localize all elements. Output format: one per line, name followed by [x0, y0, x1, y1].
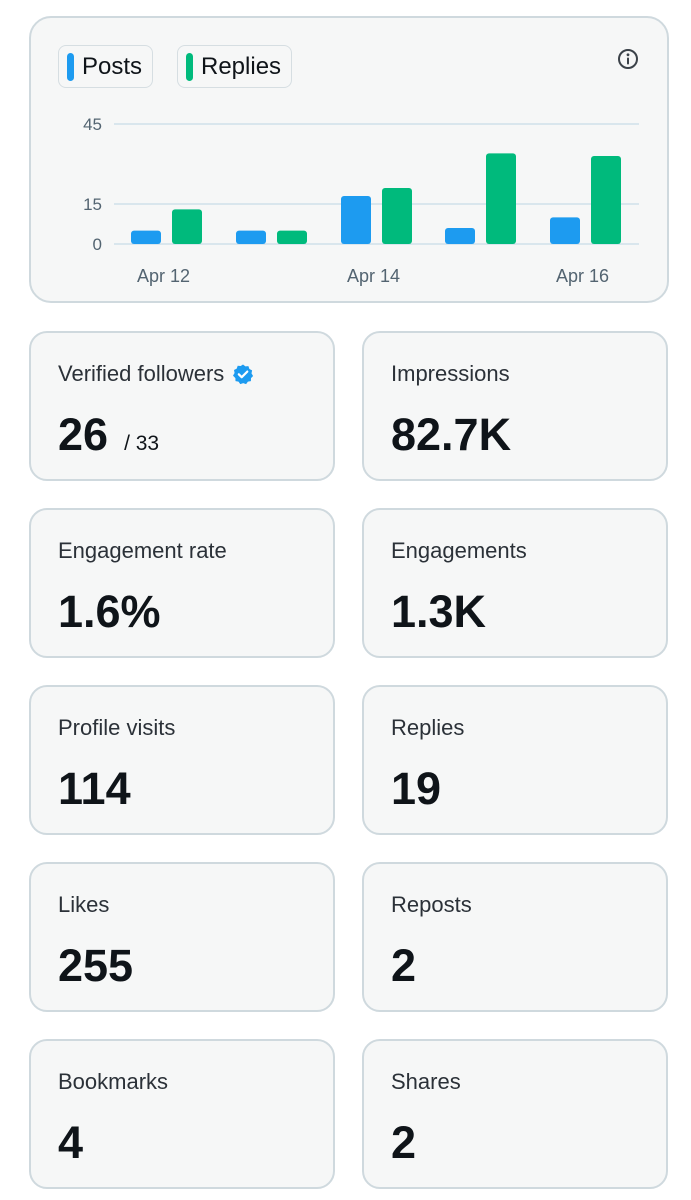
replies-value: 19: [391, 763, 442, 814]
stat-card-likes[interactable]: Likes 255: [29, 862, 335, 1012]
bar-posts-apr-12[interactable]: [131, 230, 161, 244]
shares-value: 2: [391, 1117, 417, 1168]
stat-value: 26 / 33: [58, 409, 159, 461]
bar-posts-apr-13[interactable]: [236, 230, 266, 244]
activity-chart-card: Posts Replies 0 15 45 Apr 12 Apr 14 Apr 16: [29, 16, 669, 303]
stat-card-verified-followers[interactable]: Verified followers 26 / 33: [29, 331, 335, 481]
bar-replies-apr-12[interactable]: [172, 209, 202, 244]
replies-title: Replies: [391, 715, 465, 740]
impressions-title: Impressions: [391, 361, 510, 386]
engagements-value: 1.3K: [391, 586, 487, 637]
stat-card-profile-visits[interactable]: Profile visits 114: [29, 685, 335, 835]
profile-visits-value: 114: [58, 763, 131, 814]
bookmarks-title: Bookmarks: [58, 1069, 169, 1094]
verified-followers-title: Verified followers: [58, 361, 225, 386]
x-tick-label: Apr 12: [137, 266, 190, 286]
impressions-value: 82.7K: [391, 409, 512, 460]
verified-followers-total: / 33: [124, 432, 160, 455]
stat-card-impressions[interactable]: Impressions 82.7K: [362, 331, 668, 481]
x-tick-label: Apr 16: [556, 266, 609, 286]
likes-title: Likes: [58, 892, 110, 917]
stat-card-bookmarks[interactable]: Bookmarks 4: [29, 1039, 335, 1189]
reposts-value: 2: [391, 940, 417, 991]
stat-title: Verified followers: [58, 361, 254, 387]
likes-value: 255: [58, 940, 134, 991]
engagement-rate-title: Engagement rate: [58, 538, 227, 563]
bar-replies-apr-15[interactable]: [486, 153, 516, 244]
bar-replies-apr-14[interactable]: [382, 188, 412, 244]
bar-posts-apr-16[interactable]: [550, 217, 580, 244]
verified-badge-icon: [233, 364, 254, 385]
x-tick-label: Apr 14: [347, 266, 400, 286]
bookmarks-value: 4: [58, 1117, 84, 1168]
y-tick-label: 0: [93, 235, 102, 254]
reposts-title: Reposts: [391, 892, 472, 917]
engagement-rate-value: 1.6%: [58, 586, 161, 637]
engagements-title: Engagements: [391, 538, 527, 563]
verified-followers-value: 26: [58, 409, 109, 460]
bar-replies-apr-16[interactable]: [591, 156, 621, 244]
stat-card-reposts[interactable]: Reposts 2: [362, 862, 668, 1012]
shares-title: Shares: [391, 1069, 461, 1094]
stat-card-engagement-rate[interactable]: Engagement rate 1.6%: [29, 508, 335, 658]
profile-visits-title: Profile visits: [58, 715, 176, 740]
bar-chart: 0 15 45 Apr 12 Apr 14 Apr 16: [83, 115, 639, 286]
y-tick-label: 15: [83, 195, 102, 214]
stat-card-engagements[interactable]: Engagements 1.3K: [362, 508, 668, 658]
bar-posts-apr-15[interactable]: [445, 228, 475, 244]
bar-posts-apr-14[interactable]: [341, 196, 371, 244]
bar-replies-apr-13[interactable]: [277, 230, 307, 244]
stat-card-replies[interactable]: Replies 19: [362, 685, 668, 835]
stat-card-shares[interactable]: Shares 2: [362, 1039, 668, 1189]
y-tick-label: 45: [83, 115, 102, 134]
